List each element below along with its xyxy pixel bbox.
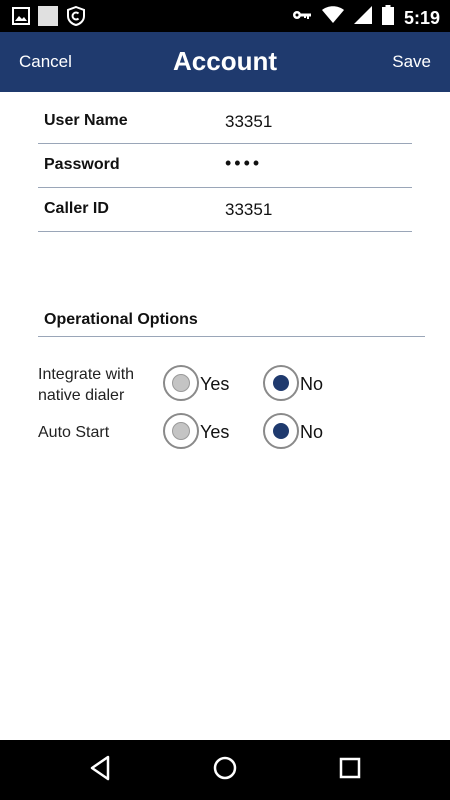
wifi-icon <box>321 6 344 29</box>
page-title: Account <box>173 46 277 76</box>
square-icon <box>38 6 58 31</box>
shield-icon <box>66 5 86 31</box>
radio-dot <box>273 375 289 391</box>
caller-id-row: Caller ID 33351 <box>38 187 412 232</box>
back-icon[interactable] <box>88 754 112 787</box>
caller-id-field[interactable]: 33351 <box>225 200 272 220</box>
integrate-yes-radio[interactable] <box>163 365 199 401</box>
password-field[interactable]: •••• <box>225 153 262 174</box>
auto-start-yes-radio[interactable] <box>163 413 199 449</box>
auto-start-label: Auto Start <box>38 424 110 441</box>
app-header: Cancel Account Save <box>0 32 450 92</box>
image-icon <box>12 7 30 30</box>
radio-dot <box>172 374 190 392</box>
section-title: Operational Options <box>44 311 198 328</box>
battery-icon <box>381 5 394 30</box>
user-name-field[interactable]: 33351 <box>225 112 272 132</box>
radio-dot <box>273 423 289 439</box>
key-icon <box>292 8 312 27</box>
auto-start-no-label[interactable]: No <box>300 422 323 443</box>
recents-icon[interactable] <box>338 754 362 787</box>
operational-options-header: Operational Options <box>38 298 425 337</box>
user-name-label: User Name <box>44 112 128 129</box>
radio-dot <box>172 422 190 440</box>
user-name-row: User Name 33351 <box>38 99 412 144</box>
caller-id-label: Caller ID <box>44 200 109 217</box>
auto-start-no-radio[interactable] <box>263 413 299 449</box>
password-label: Password <box>44 156 120 173</box>
status-bar-right: 5:19 <box>292 5 440 30</box>
home-icon[interactable] <box>211 754 239 787</box>
integrate-no-label[interactable]: No <box>300 374 323 395</box>
auto-start-yes-label[interactable]: Yes <box>200 422 229 443</box>
integrate-native-dialer-label: Integrate with native dialer <box>38 366 135 404</box>
save-button[interactable]: Save <box>392 52 431 72</box>
signal-icon <box>353 6 372 29</box>
status-bar: 5:19 <box>0 0 450 32</box>
integrate-yes-label[interactable]: Yes <box>200 374 229 395</box>
integrate-no-radio[interactable] <box>263 365 299 401</box>
password-row: Password •••• <box>38 143 412 188</box>
status-time: 5:19 <box>403 7 440 28</box>
status-bar-left <box>12 5 86 31</box>
navigation-bar <box>0 740 450 800</box>
